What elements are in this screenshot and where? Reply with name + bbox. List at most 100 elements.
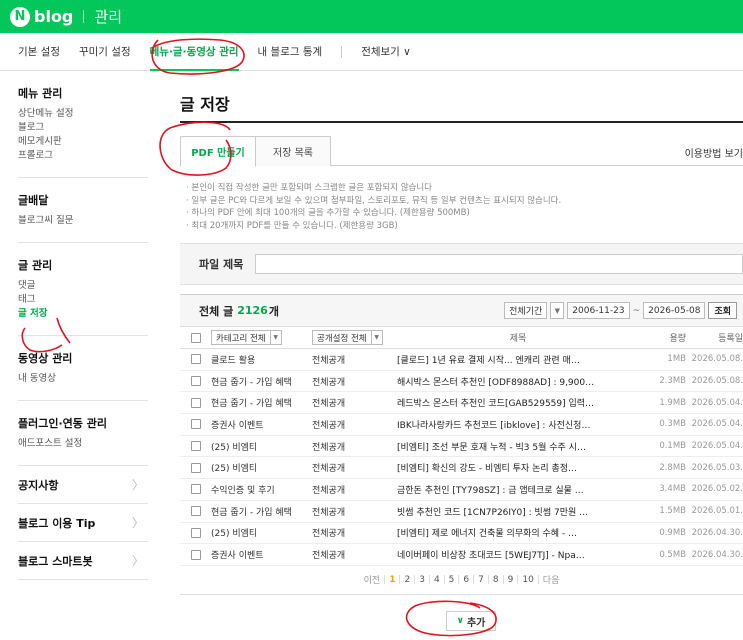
howto-link[interactable]: 이용방법 보기 — [685, 145, 743, 160]
table-row[interactable]: 현금 줍기 - 가입 혜택 전체공개 해시박스 몬스터 추천인 [ODF8988AD… — [180, 371, 743, 393]
notice-line: · 최대 20개까지 PDF를 만들 수 있습니다. (제한용량 3GB) — [186, 220, 398, 231]
table-row[interactable]: 증권사 이벤트 전체공개 네이버페이 비상장 초대코드 [5WEJ7TJ] - Np… — [180, 544, 743, 566]
sidebar-item-blog[interactable]: 블로그 — [18, 121, 148, 135]
table-row[interactable]: 클로드 활용 전체공개 [클로드] 1년 유료 결제 시작... 엔캐리 관련 매…… — [180, 349, 743, 371]
tab-design-settings[interactable]: 꾸미기 설정 — [79, 44, 131, 59]
row-title[interactable]: IBK나라사랑카드 추천코드 [ibklove] : 사전신청… — [397, 418, 639, 431]
row-checkbox[interactable] — [190, 419, 201, 430]
sidebar-notice[interactable]: 공지사항 〉 — [18, 466, 148, 504]
sidebar-title-menu[interactable]: 메뉴 관리 — [18, 85, 148, 101]
row-title[interactable]: [클로드] 1년 유료 결제 시작... 엔캐리 관련 매… — [397, 353, 639, 366]
row-checkbox-cell — [180, 462, 211, 473]
sidebar-title-delivery[interactable]: 글배달 — [18, 192, 148, 208]
add-button[interactable]: ∨ 추가 — [446, 611, 496, 631]
pager-prev[interactable]: 이전 — [360, 573, 385, 586]
row-title[interactable]: 금한돈 추천인 [TY798SZ] : 금 앱테크로 실물 … — [397, 483, 639, 496]
sidebar-item-save-posts[interactable]: 글 저장 — [18, 307, 148, 321]
row-checkbox-cell — [180, 441, 211, 452]
tab-pdf-create[interactable]: PDF 만들기 — [180, 136, 256, 167]
table-row[interactable]: (25) 비엠티 전체공개 [비엠티] 조선 부문 호재 누적 - 빅3 5월 수주… — [180, 436, 743, 458]
sidebar-title-posts[interactable]: 글 관리 — [18, 257, 148, 273]
date-to-input[interactable]: 2026-05-08 — [643, 302, 706, 319]
pager-page[interactable]: 1 — [385, 575, 399, 585]
row-size: 1.9MB — [659, 397, 686, 408]
sidebar-smartbot-label: 블로그 스마트봇 — [18, 554, 93, 568]
sidebar-item-memo[interactable]: 메모게시판 — [18, 135, 148, 149]
row-title[interactable]: 네이버페이 비상장 초대코드 [5WEJ7TJ] - Npa… — [397, 548, 639, 561]
row-checkbox[interactable] — [190, 506, 201, 517]
file-title-input[interactable] — [255, 254, 743, 274]
category-filter-select[interactable]: 카테고리 전체 ▼ — [211, 330, 282, 345]
sidebar-group-plugins: 플러그인·연동 관리 애드포스트 설정 — [18, 401, 148, 466]
sidebar-item-tags[interactable]: 태그 — [18, 293, 148, 307]
section-title: 관리 — [94, 8, 122, 26]
add-button-label: 추가 — [466, 617, 486, 629]
select-all-checkbox[interactable] — [190, 332, 201, 343]
tab-blog-stats[interactable]: 내 블로그 통계 — [258, 44, 323, 59]
row-visibility: 전체공개 — [312, 420, 346, 431]
sidebar-title-video[interactable]: 동영상 관리 — [18, 350, 148, 366]
row-checkbox[interactable] — [190, 549, 201, 560]
tab-basic-settings[interactable]: 기본 설정 — [18, 44, 60, 59]
sidebar-item-comments[interactable]: 댓글 — [18, 279, 148, 293]
sidebar-smartbot[interactable]: 블로그 스마트봇 〉 — [18, 542, 148, 580]
visibility-filter-select[interactable]: 공개설정 전체 ▼ — [312, 330, 383, 345]
row-visibility: 전체공개 — [312, 399, 346, 410]
row-checkbox[interactable] — [190, 354, 201, 365]
post-list-header: 전체 글 2126 개 전체기간 ▼ 2006-11-23 ~ 2026-05-… — [180, 295, 743, 327]
pager-next[interactable]: 다음 — [539, 573, 564, 586]
sidebar-title-plugins[interactable]: 플러그인·연동 관리 — [18, 415, 148, 431]
row-checkbox[interactable] — [190, 441, 201, 452]
table-row[interactable]: (25) 비엠티 전체공개 [비엠티] 제로 에너지 건축물 의무화의 수혜 - …… — [180, 523, 743, 545]
search-button[interactable]: 조회 — [708, 302, 737, 319]
pager-page[interactable]: 5 — [445, 575, 459, 585]
row-title[interactable]: [비엠티] 조선 부문 호재 누적 - 빅3 5월 수주 시… — [397, 440, 639, 453]
period-select[interactable]: 전체기간 — [504, 302, 548, 319]
table-row[interactable]: 수익인증 및 후기 전체공개 금한돈 추천인 [TY798SZ] : 금 앱테크로 … — [180, 479, 743, 501]
blog-logo[interactable]: blog — [34, 7, 73, 26]
pager-page[interactable]: 2 — [400, 575, 414, 585]
row-size: 0.5MB — [659, 549, 686, 560]
row-checkbox[interactable] — [190, 484, 201, 495]
row-title[interactable]: [비엠티] 확신의 강도 - 비엠티 투자 논리 총정… — [397, 461, 639, 474]
pager-page[interactable]: 8 — [489, 575, 503, 585]
row-checkbox[interactable] — [190, 376, 201, 387]
tab-menu-post-video[interactable]: 메뉴·글·동영상 관리 — [149, 44, 239, 71]
sidebar-item-blog-question[interactable]: 블로그씨 질문 — [18, 214, 148, 228]
table-row[interactable]: 현금 줍기 - 가입 혜택 전체공개 레드박스 몬스터 추천인 코드[GAB5295… — [180, 392, 743, 415]
row-title[interactable]: 해시박스 몬스터 추천인 [ODF8988AD] : 9,900… — [397, 375, 639, 388]
tab-saved-list[interactable]: 저장 목록 — [255, 136, 331, 166]
table-row[interactable]: 현금 줍기 - 가입 혜택 전체공개 빗썸 추천인 코드 [1CN7P26IY0] … — [180, 501, 743, 523]
table-row[interactable]: (25) 비엠티 전체공개 [비엠티] 확신의 강도 - 비엠티 투자 논리 총정…… — [180, 457, 743, 480]
sidebar-item-adpost[interactable]: 애드포스트 설정 — [18, 437, 148, 451]
date-range-separator: ~ — [632, 305, 641, 316]
row-title[interactable]: 레드박스 몬스터 추천인 코드[GAB529559] 입력… — [397, 396, 639, 409]
naver-logo-icon[interactable]: N — [10, 6, 30, 27]
row-title[interactable]: 빗썸 추천인 코드 [1CN7P26IY0] : 빗썸 7만원 … — [397, 505, 639, 518]
pager-page[interactable]: 6 — [459, 575, 473, 585]
row-checkbox[interactable] — [190, 397, 201, 408]
chevron-down-icon: ▼ — [370, 331, 382, 344]
visibility-filter-label: 공개설정 전체 — [317, 333, 367, 344]
sidebar-item-my-videos[interactable]: 내 동영상 — [18, 372, 148, 386]
tab-view-all[interactable]: 전체보기 ∨ — [361, 44, 411, 59]
date-from-input[interactable]: 2006-11-23 — [567, 302, 630, 319]
pager-page[interactable]: 10 — [518, 575, 537, 585]
row-checkbox[interactable] — [190, 527, 201, 538]
notice-list: · 본인이 직접 작성한 글만 포함되며 스크랩한 글은 포함되지 않습니다 ·… — [186, 182, 561, 232]
chevron-right-icon: 〉 — [131, 478, 144, 492]
pager-page[interactable]: 7 — [474, 575, 488, 585]
row-visibility: 전체공개 — [312, 485, 346, 496]
sidebar-item-top-menu[interactable]: 상단메뉴 설정 — [18, 107, 148, 121]
sidebar-tips[interactable]: 블로그 이용 Tip 〉 — [18, 504, 148, 542]
pager-page[interactable]: 3 — [415, 575, 429, 585]
row-title[interactable]: [비엠티] 제로 에너지 건축물 의무화의 수혜 - … — [397, 526, 639, 539]
table-row[interactable]: 증권사 이벤트 전체공개 IBK나라사랑카드 추천코드 [ibklove] : 사전… — [180, 414, 743, 436]
row-checkbox[interactable] — [190, 462, 201, 473]
row-visibility: 전체공개 — [312, 529, 346, 540]
table-body: 클로드 활용 전체공개 [클로드] 1년 유료 결제 시작... 엔캐리 관련 매…… — [180, 349, 743, 566]
pager-page[interactable]: 4 — [430, 575, 444, 585]
chevron-down-icon[interactable]: ▼ — [550, 302, 565, 319]
sidebar-item-prologue[interactable]: 프롤로그 — [18, 149, 148, 163]
pager-page[interactable]: 9 — [504, 575, 518, 585]
